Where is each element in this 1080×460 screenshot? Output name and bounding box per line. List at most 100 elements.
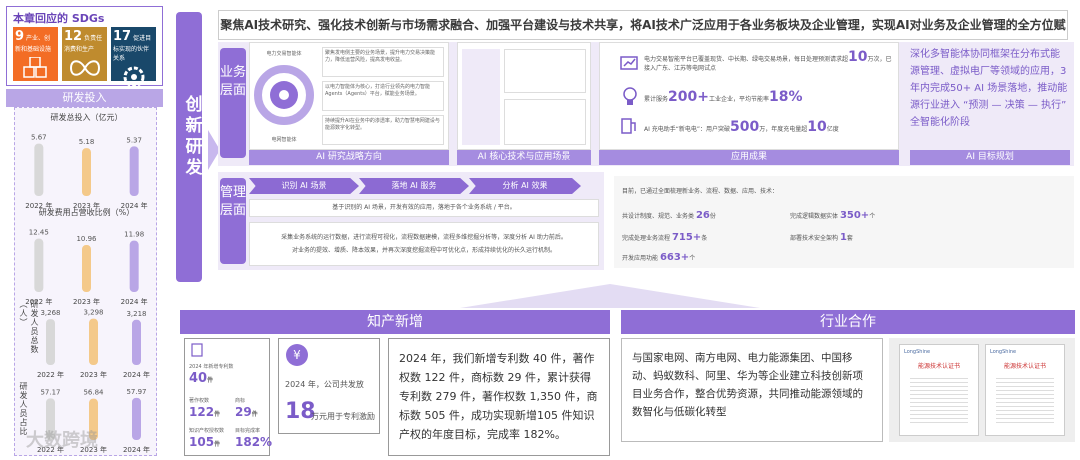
- result-1: 电力交易智能平台已覆盖现货、中长期、绿电交易场景，每日处理预测请求超10万次，已…: [644, 49, 892, 72]
- value-label-1: 56.84: [83, 389, 104, 397]
- stat-2: 完成逻辑数据实体 350+个: [790, 210, 876, 221]
- tick-label-0: 2022 年: [37, 370, 64, 379]
- result-2: 累计服务200+工业企业，平均节能率18%: [644, 89, 803, 105]
- ring-label-1: 电力交易智能体: [266, 51, 302, 57]
- ring-diagram: [254, 65, 314, 125]
- svg-text:¥: ¥: [293, 348, 301, 362]
- reward-card: ¥ 2024 年，公司共发放 18 万元用于专利激励: [278, 338, 380, 434]
- result-3: AI 充电助手“新电电”：用户突破500万，年度充电量超10亿度: [644, 119, 839, 135]
- strategy-item-2: 以电力智能体为核心，打造行业领先的电力智能Agents（Agents）平台，赋能…: [322, 81, 444, 111]
- sdg-goal-12: 12 负责任消费和生产: [62, 27, 107, 81]
- bar-2: [129, 146, 139, 196]
- stats-panel: 目前，已通过全面梳理新业务、流程、数据、应用、技术： 共设计制度、规范、业务类 …: [614, 176, 1074, 268]
- sdg-goal-9: 9 产业、创新和基础设施: [13, 27, 58, 81]
- innovation-label: 创新研发: [185, 95, 203, 178]
- triangle-divider: [460, 284, 760, 308]
- coop-title: 行业合作: [621, 310, 1075, 334]
- sdg-title: 本章回应的 SDGs: [13, 12, 105, 25]
- sdg-box: 本章回应的 SDGs 9 产业、创新和基础设施 12 负责任消费和生产 17 促进目标…: [6, 6, 163, 88]
- bar-1: [89, 318, 98, 365]
- reward-text: 2024 年，公司共发放: [285, 380, 364, 389]
- tech-panel: [457, 42, 591, 150]
- chart-title-investment: 研发总投入（亿元）: [50, 113, 123, 122]
- goal-text: 深化多智能体协同框架在分布式能源管理、虚拟电厂等领域的应用，3 年内完成50+ …: [910, 49, 1068, 128]
- step-analyze: 分析 AI 效果: [469, 178, 581, 194]
- tick-label-2: 2024 年: [123, 370, 150, 379]
- ip-summary: 2024 年，我们新增专利数 40 件，著作权数 122 件，商标数 29 件，…: [388, 338, 610, 456]
- left-column: 本章回应的 SDGs 9 产业、创新和基础设施 12 负责任消费和生产 17 促进目标…: [6, 6, 163, 456]
- patent-icon: [191, 343, 203, 357]
- headline: 聚焦AI技术研究、强化技术创新与市场需求融合、加强平台建设与技术共享，将AI技术…: [218, 10, 1068, 60]
- results-bar: 应用成果: [599, 150, 899, 165]
- ip-mini-label-2: 商标: [235, 398, 246, 404]
- value-label-0: 57.17: [40, 388, 60, 396]
- bar-2: [132, 319, 141, 365]
- management-label: 管理层面: [220, 178, 246, 264]
- ip-mini-value-2: 29件: [235, 405, 258, 419]
- value-label-2: 3,218: [126, 310, 146, 318]
- bar-0: [34, 143, 44, 196]
- management-line-1: 基于识别的 AI 场景，开发有效的应用，落地于各个业务系统 / 平台。: [249, 199, 599, 217]
- value-label-2: 57.97: [126, 388, 146, 396]
- step-identify: 识别 AI 场景: [249, 178, 359, 194]
- bar-0: [46, 319, 55, 365]
- certificate-1: LongShine 能源技术认证书: [899, 344, 979, 436]
- stat-5: 开发应用功能 663+个: [622, 252, 696, 263]
- value-label-1: 5.18: [79, 138, 95, 146]
- value-label-0: 3,268: [40, 309, 60, 317]
- bar-2: [129, 240, 139, 292]
- ip-stats-card: 2024 年新增专利数 40件 著作权数 122件 商标 29件 知识产权授权数…: [184, 338, 273, 456]
- chart-icon: [620, 56, 638, 70]
- strategy-item-3: 持续提升AI在业务中的渗透率，助力智慧电网建设与能源数字化转型。: [322, 115, 444, 145]
- management-line-3: 对业务的提效、增质、降本效果，并再次深度挖掘流程中可优化点，形成持续优化的长久运…: [291, 247, 556, 254]
- stat-3: 完成处理业务流程 715+条: [622, 232, 708, 243]
- value-label-2: 11.98: [124, 231, 144, 239]
- ip-mini-value-3: 105件: [189, 435, 221, 449]
- reward-unit: 万元用于专利激励: [311, 412, 375, 421]
- results-panel: 电力交易智能平台已覆盖现货、中长期、绿电交易场景，每日处理预测请求超10万次，已…: [599, 42, 899, 150]
- strategy-bar: AI 研究战略方向: [249, 150, 449, 165]
- rd-panel: 研发总投入（亿元） 5.67 2022 年 5.18 2023 年 5.37 2024 年…: [14, 107, 157, 456]
- ip-mini-label-1: 著作权数: [189, 398, 210, 404]
- bar-2: [132, 397, 141, 440]
- certificate-2: LongShine 能源技术认证书: [985, 344, 1065, 436]
- bar-0: [34, 238, 44, 292]
- ip-title: 知产新增: [180, 310, 610, 334]
- ip-year-label: 2024 年新增专利数: [189, 364, 234, 370]
- step-deploy: 落地 AI 服务: [359, 178, 469, 194]
- flower-icon: [123, 66, 144, 88]
- tech-card-1: [504, 49, 586, 93]
- bulb-icon: [623, 87, 637, 105]
- management-line-2: 采集业务系统的运行数据，进行流程可视化，流程数据建模，流程多维挖掘分析等，深度分…: [281, 234, 567, 241]
- value-label-0: 5.67: [31, 134, 47, 142]
- strategy-item-1: 聚焦发电侧主要的业务场景，提升电力交易决策能力，降低运营风险，提高发电收益。: [322, 47, 444, 77]
- tech-card-2: [504, 99, 586, 145]
- chart-people: 3,268 2022 年 3,298 2023 年 3,218 2024 年: [37, 309, 150, 379]
- ip-mini-label-3: 知识产权授权数: [189, 428, 225, 434]
- tick-label-2: 2024 年: [123, 445, 150, 454]
- tick-label-1: 2023 年: [80, 370, 107, 379]
- bar-1: [82, 245, 91, 292]
- business-label: 业务层面: [220, 48, 246, 158]
- tech-bar: AI 核心技术与应用场景: [457, 150, 591, 165]
- ip-mini-value-4: 182%: [235, 435, 273, 449]
- management-lines: 采集业务系统的运行数据，进行流程可视化，流程数据建模，流程多维挖掘分析等，深度分…: [249, 222, 599, 266]
- stat-1: 共设计制度、规范、业务类 26份: [622, 210, 716, 221]
- watermark: 大数跨境: [26, 430, 98, 451]
- tech-sidebar: [462, 49, 500, 145]
- goal-bar: AI 目标规划: [910, 150, 1070, 165]
- value-label-1: 3,298: [83, 309, 103, 317]
- ip-mini-label-4: 目标完成率: [235, 428, 261, 434]
- sdg-goal-17: 17 促进目标实现的伙伴关系: [111, 27, 156, 88]
- value-label-0: 12.45: [29, 229, 49, 237]
- ip-mini-value-1: 122件: [189, 405, 221, 419]
- value-label-1: 10.96: [76, 235, 97, 243]
- certificates-image: LongShine 能源技术认证书 LongShine 能源技术认证书: [889, 338, 1075, 442]
- strategy-panel: 电力交易智能体 电网智能体 聚焦发电侧主要的业务场景，提升电力交易决策能力，降低…: [249, 42, 449, 150]
- ring-label-3: 电网智能体: [271, 137, 297, 143]
- chart-title-ratio: 研发费用占营收比例（%）: [38, 208, 135, 217]
- ip-patents: 40件: [189, 371, 214, 386]
- stats-intro: 目前，已通过全面梳理新业务、流程、数据、应用、技术：: [622, 188, 779, 195]
- chart-revenue-ratio: 12.452022 年10.962023 年11.982024 年: [25, 229, 147, 306]
- stat-4: 部署技术安全架构 1套: [790, 232, 853, 243]
